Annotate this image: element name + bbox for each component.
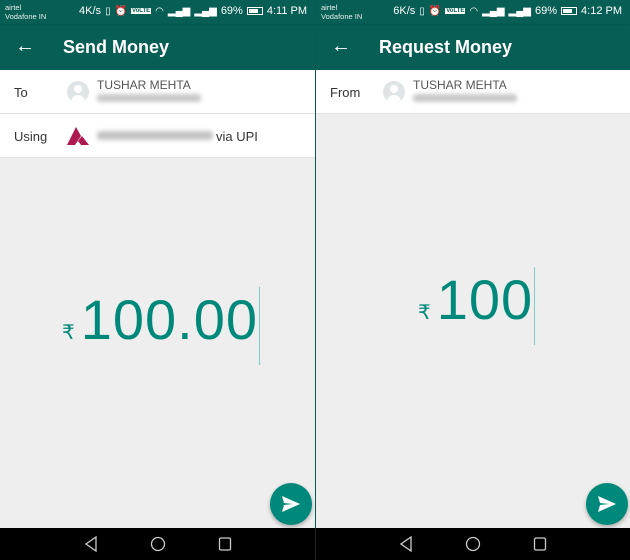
send-button[interactable] bbox=[270, 483, 312, 525]
recipient-name: TUSHAR MEHTA bbox=[97, 78, 191, 92]
circle-home-icon[interactable] bbox=[465, 536, 481, 552]
clock: 4:12 PM bbox=[581, 5, 622, 17]
alarm-icon: ⏰ bbox=[428, 5, 442, 17]
wifi-icon: ◠ bbox=[155, 5, 164, 17]
avatar bbox=[67, 81, 89, 103]
arrow-left-icon[interactable]: ← bbox=[15, 35, 35, 58]
carrier-1: airtel bbox=[321, 3, 338, 12]
send-request-button[interactable] bbox=[586, 483, 628, 525]
text-cursor bbox=[534, 267, 536, 345]
carrier-info: airtel Vodafone IN bbox=[321, 3, 362, 21]
using-row[interactable]: Using via UPI bbox=[0, 114, 315, 158]
axis-bank-logo-icon bbox=[67, 127, 89, 145]
amount-value: 100.00 bbox=[80, 288, 259, 351]
page-title: Send Money bbox=[63, 37, 170, 57]
system-nav-bar bbox=[315, 528, 630, 560]
triangle-back-icon[interactable] bbox=[399, 536, 413, 552]
using-label: Using bbox=[14, 129, 48, 144]
clock: 4:11 PM bbox=[266, 5, 307, 17]
request-money-screen: airtel Vodafone IN 6K/s ▯ ⏰ VoLTE ◠ ▂▄▆ … bbox=[315, 0, 630, 528]
vibrate-icon: ▯ bbox=[105, 5, 111, 17]
to-label: To bbox=[14, 85, 28, 100]
page-title: Request Money bbox=[379, 37, 513, 57]
send-money-screen: airtel Vodafone IN 4K/s ▯ ⏰ VoLTE ◠ ▂▄▆ … bbox=[0, 0, 315, 528]
amount-input[interactable]: ₹ 100.00 bbox=[62, 287, 261, 365]
signal-icon-2: ▂▄▆ bbox=[194, 5, 217, 17]
status-bar: airtel Vodafone IN 6K/s ▯ ⏰ VoLTE ◠ ▂▄▆ … bbox=[316, 0, 630, 25]
square-recents-icon[interactable] bbox=[218, 536, 232, 552]
rupee-symbol: ₹ bbox=[62, 322, 75, 344]
recipient-name: TUSHAR MEHTA bbox=[413, 78, 507, 92]
carrier-1: airtel bbox=[5, 3, 22, 12]
avatar bbox=[383, 81, 405, 103]
battery-percent: 69% bbox=[220, 5, 243, 17]
text-cursor bbox=[259, 287, 261, 365]
signal-icon-2: ▂▄▆ bbox=[508, 5, 531, 17]
bank-account-redacted bbox=[97, 131, 213, 140]
carrier-2: Vodafone IN bbox=[321, 12, 363, 21]
status-bar: airtel Vodafone IN 4K/s ▯ ⏰ VoLTE ◠ ▂▄▆ … bbox=[0, 0, 315, 25]
app-bar: ← Request Money bbox=[316, 25, 630, 70]
alarm-icon: ⏰ bbox=[114, 5, 128, 17]
network-speed: 6K/s bbox=[393, 5, 416, 17]
from-label: From bbox=[330, 85, 361, 100]
wifi-icon: ◠ bbox=[469, 5, 479, 17]
system-icons: 4K/s ▯ ⏰ VoLTE ◠ ▂▄▆ ▂▄▆ 69% 4:11 PM bbox=[79, 5, 307, 17]
battery-percent: 69% bbox=[535, 5, 558, 17]
battery-icon bbox=[561, 7, 578, 15]
via-upi-text: via UPI bbox=[216, 129, 258, 144]
network-speed: 4K/s bbox=[79, 5, 102, 17]
square-recents-icon[interactable] bbox=[533, 536, 547, 552]
send-icon bbox=[598, 496, 616, 512]
carrier-2: Vodafone IN bbox=[5, 12, 47, 21]
signal-icon: ▂▄▆ bbox=[482, 5, 505, 17]
amount-input[interactable]: ₹ 100 bbox=[418, 267, 536, 345]
signal-icon: ▂▄▆ bbox=[167, 5, 191, 17]
app-bar: ← Send Money bbox=[0, 25, 315, 70]
system-nav-bar bbox=[0, 528, 315, 560]
volte-icon: VoLTE bbox=[445, 8, 466, 14]
system-icons: 6K/s ▯ ⏰ VoLTE ◠ ▂▄▆ ▂▄▆ 69% 4:12 PM bbox=[393, 5, 622, 17]
circle-home-icon[interactable] bbox=[150, 536, 166, 552]
from-row[interactable]: From TUSHAR MEHTA bbox=[316, 70, 630, 114]
triangle-back-icon[interactable] bbox=[84, 536, 98, 552]
rupee-symbol: ₹ bbox=[418, 302, 431, 324]
carrier-info: airtel Vodafone IN bbox=[5, 3, 46, 21]
recipient-upi-id-redacted bbox=[413, 94, 517, 102]
battery-icon bbox=[246, 7, 263, 15]
volte-icon: VoLTE bbox=[131, 8, 152, 14]
arrow-left-icon[interactable]: ← bbox=[331, 35, 351, 58]
to-row[interactable]: To TUSHAR MEHTA bbox=[0, 70, 315, 114]
send-icon bbox=[282, 496, 300, 512]
amount-value: 100 bbox=[436, 268, 534, 331]
vibrate-icon: ▯ bbox=[419, 5, 425, 17]
recipient-upi-id-redacted bbox=[97, 94, 201, 102]
